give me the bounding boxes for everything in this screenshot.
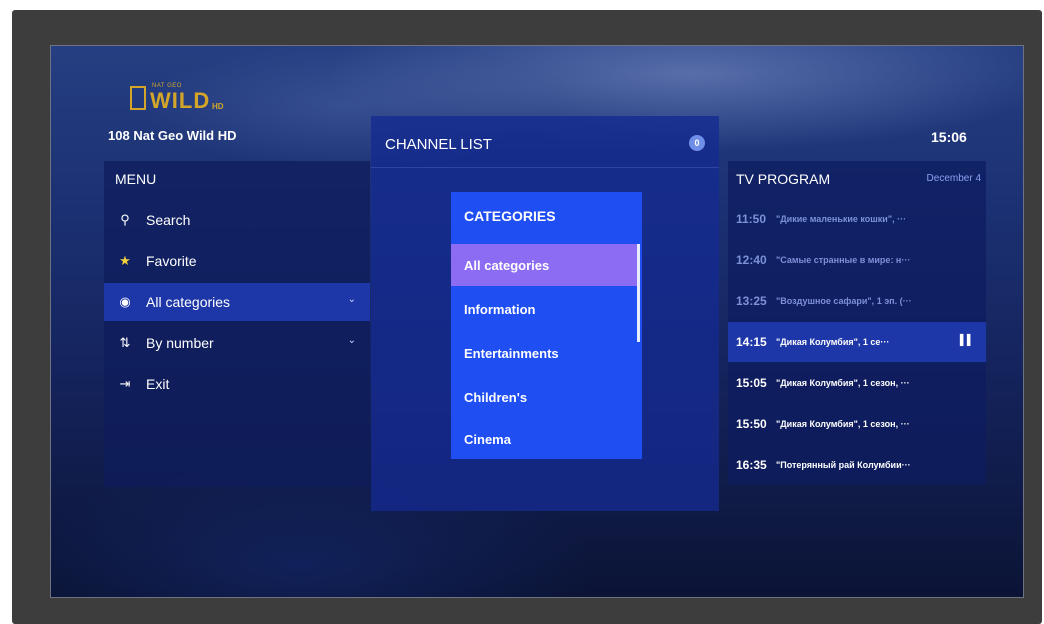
category-childrens[interactable]: Children's (451, 376, 637, 418)
channel-list-panel: CHANNEL LIST 0 CATEGORIES All categories… (371, 116, 719, 511)
divider (371, 167, 719, 168)
star-icon: ★ (119, 253, 131, 268)
program-time: 12:40 (736, 253, 767, 267)
channel-name: Nat Geo Wild HD (133, 128, 237, 143)
program-row[interactable]: 11:50 "Дикие маленькие кошки", ··· (728, 199, 986, 239)
menu-item-favorite[interactable]: ★ Favorite (104, 242, 370, 280)
chevron-down-icon: ⌄ (347, 294, 356, 305)
menu-item-exit[interactable]: ⇥ Exit (104, 365, 370, 403)
program-time: 13:25 (736, 294, 767, 308)
categories-dropdown: CATEGORIES All categories Information En… (451, 192, 642, 459)
program-time: 14:15 (736, 335, 767, 349)
menu-item-all-categories[interactable]: ◉ All categories ⌄ (104, 283, 370, 321)
program-title: "Воздушное сафари", 1 эп. (··· (776, 296, 912, 306)
channel-number: 108 (108, 128, 130, 143)
now-playing-icon: ▌▌ (959, 335, 974, 346)
clock: 15:06 (931, 129, 967, 145)
logo-frame-icon (130, 86, 146, 110)
menu-item-label: Exit (146, 376, 170, 392)
program-time: 15:05 (736, 376, 767, 390)
channel-count-badge: 0 (689, 135, 705, 151)
program-title: "Дикая Колумбия", 1 сезон, ··· (776, 419, 910, 429)
search-icon: ⚲ (120, 212, 130, 227)
program-time: 15:50 (736, 417, 767, 431)
chevron-down-icon: ⌄ (347, 335, 356, 346)
menu-item-by-number[interactable]: ⇅ By number ⌄ (104, 324, 370, 362)
categories-scrollbar[interactable] (637, 244, 640, 342)
program-time: 16:35 (736, 458, 767, 472)
tv-screen: NAT GEO WILD HD 108 Nat Geo Wild HD 15:0… (50, 45, 1024, 598)
menu-title: MENU (115, 171, 157, 187)
program-row[interactable]: 16:35 "Потерянный рай Колумбии··· (728, 445, 986, 485)
categories-icon: ◉ (119, 294, 131, 309)
menu-item-search[interactable]: ⚲ Search (104, 201, 370, 239)
category-cinema[interactable]: Cinema (451, 418, 637, 460)
program-row[interactable]: 12:40 "Самые странные в мире: н··· (728, 240, 986, 280)
program-row[interactable]: 15:05 "Дикая Колумбия", 1 сезон, ··· (728, 363, 986, 403)
tv-program-date: December 4 (926, 173, 981, 184)
program-title: "Самые странные в мире: н··· (776, 255, 911, 265)
current-channel: 108 Nat Geo Wild HD (108, 128, 237, 143)
menu-item-label: Search (146, 212, 191, 228)
menu-item-label: By number (146, 335, 214, 351)
menu-item-label: All categories (146, 294, 231, 310)
channel-list-title: CHANNEL LIST (385, 136, 492, 153)
program-row[interactable]: 15:50 "Дикая Колумбия", 1 сезон, ··· (728, 404, 986, 444)
category-entertainments[interactable]: Entertainments (451, 332, 637, 374)
menu-panel: MENU ⚲ Search ★ Favorite ◉ All categorie… (104, 161, 370, 487)
category-all-categories[interactable]: All categories (451, 244, 637, 286)
program-title: "Потерянный рай Колумбии··· (776, 460, 911, 470)
tv-program-panel: TV PROGRAM December 4 11:50 "Дикие мален… (728, 161, 986, 485)
program-title: "Дикая Колумбия", 1 сезон, ··· (776, 378, 910, 388)
sort-number-icon: ⇅ (119, 335, 131, 350)
category-information[interactable]: Information (451, 288, 637, 330)
menu-item-label: Favorite (146, 253, 197, 269)
tv-program-title: TV PROGRAM (736, 171, 831, 187)
categories-title: CATEGORIES (464, 208, 556, 224)
program-row-current[interactable]: 14:15 "Дикая Колумбия", 1 се··· ▌▌ (728, 322, 986, 362)
exit-icon: ⇥ (119, 376, 131, 391)
program-time: 11:50 (736, 212, 767, 226)
program-row[interactable]: 13:25 "Воздушное сафари", 1 эп. (··· (728, 281, 986, 321)
program-title: "Дикие маленькие кошки", ··· (776, 214, 907, 224)
program-title: "Дикая Колумбия", 1 се··· (776, 337, 890, 347)
channel-logo: NAT GEO WILD HD (130, 82, 230, 118)
